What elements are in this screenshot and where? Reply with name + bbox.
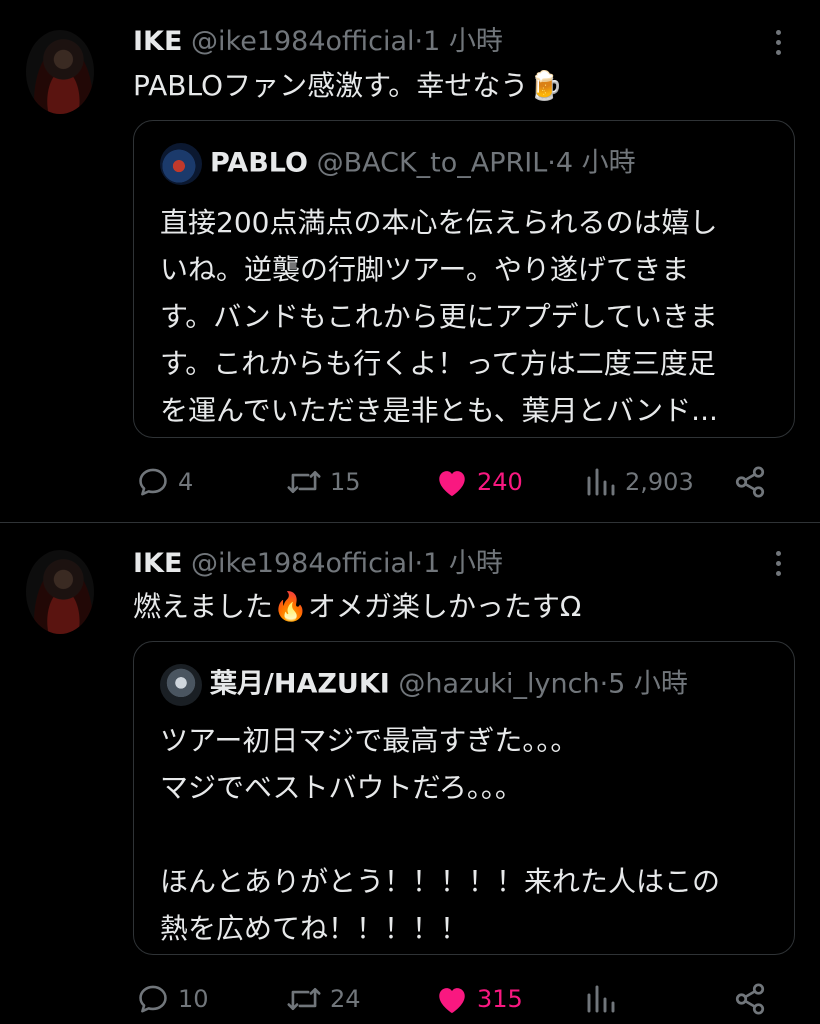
quoted-text-line [160,811,720,858]
share-icon [733,465,767,499]
tweet[interactable]: IKE @ike1984official·1 小時 PABLOファン感激す。幸せ… [0,0,820,523]
reply-button[interactable]: 4 [136,462,193,502]
quoted-text-line: す。これからも行くよ！って方は二度三度足 [160,347,716,380]
quoted-text-line: 熱を広めてね！！！！！ [160,912,469,945]
more-options-icon[interactable] [768,30,788,64]
author-handle[interactable]: @ike1984official [191,548,415,579]
quoted-tweet[interactable]: PABLO @BACK_to_APRIL·4 小時 直接200点満点の本心を伝え… [133,120,795,438]
reply-count: 4 [178,468,194,496]
reply-icon [136,982,170,1016]
like-button[interactable]: 315 [435,979,523,1019]
heart-filled-icon [435,983,469,1015]
quoted-text-line: いね。逆襲の行脚ツアー。やり遂げてきま [160,253,690,286]
share-icon [733,982,767,1016]
quoted-text-line: 直接200点満点の本心を伝えられるのは嬉し [160,206,718,239]
repost-button[interactable]: 15 [286,462,361,502]
quoted-author-name: 葉月/HAZUKI [210,668,390,700]
bar-chart-icon [585,982,617,1016]
quoted-text-line: ほんとありがとう！！！！！来れた人はこの [160,865,721,898]
reply-icon [136,465,170,499]
repost-count: 15 [330,468,361,496]
separator-dot: · [547,147,556,179]
like-count: 315 [477,985,523,1013]
quoted-avatar [160,143,202,185]
quoted-timestamp: 5 小時 [608,668,688,700]
quoted-timestamp: 4 小時 [555,147,636,179]
quoted-tweet-header: 葉月/HAZUKI @hazuki_lynch·5 小時 [160,664,688,706]
quoted-text-line: を運んでいただき是非とも、葉月とバンド... [160,394,718,427]
avatar[interactable] [26,550,94,634]
separator-dot: · [599,668,609,700]
tweet-header: IKE @ike1984official·1 小時 [133,25,503,59]
author-name[interactable]: IKE [133,26,182,57]
more-options-icon[interactable] [768,551,788,585]
quoted-tweet-text: 直接200点満点の本心を伝えられるのは嬉し いね。逆襲の行脚ツアー。やり遂げてき… [160,199,718,434]
bar-chart-icon [585,465,617,499]
repost-icon [286,982,322,1016]
quoted-avatar [160,664,202,706]
reply-count: 10 [178,985,209,1013]
views-button[interactable] [585,979,625,1019]
views-count: 2,903 [625,468,694,496]
quoted-tweet-text: ツアー初日マジで最高すぎた。。。 マジでベストバウトだろ。。。 ほんとありがとう… [160,717,720,952]
like-count: 240 [477,468,523,496]
repost-button[interactable]: 24 [286,979,361,1019]
heart-filled-icon [435,466,469,498]
author-handle[interactable]: @ike1984official [191,26,415,57]
quoted-author-handle: @BACK_to_APRIL [316,147,548,179]
separator-dot: · [414,26,424,57]
quoted-text-line: す。バンドもこれから更にアプデしていきま [160,300,718,333]
author-name[interactable]: IKE [133,548,182,579]
repost-count: 24 [330,985,361,1013]
quoted-tweet[interactable]: 葉月/HAZUKI @hazuki_lynch·5 小時 ツアー初日マジで最高す… [133,641,795,955]
timestamp[interactable]: 1 小時 [423,26,503,57]
action-bar: 10 24 315 [0,979,820,1019]
share-button[interactable] [733,979,767,1019]
action-bar: 4 15 240 2,903 [0,462,820,502]
like-button[interactable]: 240 [435,462,523,502]
tweet-text: PABLOファン感激す。幸せなう🍺 [133,69,564,102]
quoted-author-name: PABLO [210,147,308,179]
separator-dot: · [414,548,424,579]
reply-button[interactable]: 10 [136,979,209,1019]
tweet-header: IKE @ike1984official·1 小時 [133,547,503,581]
share-button[interactable] [733,462,767,502]
tweet-text: 燃えました🔥オメガ楽しかったすΩ [133,590,582,623]
avatar[interactable] [26,30,94,114]
views-button[interactable]: 2,903 [585,462,694,502]
timestamp[interactable]: 1 小時 [423,548,503,579]
quoted-text-line: ツアー初日マジで最高すぎた。。。 [160,724,579,757]
tweet[interactable]: IKE @ike1984official·1 小時 燃えました🔥オメガ楽しかった… [0,523,820,1024]
quoted-text-line: マジでベストバウトだろ。。。 [160,771,523,804]
quoted-author-handle: @hazuki_lynch [398,668,600,700]
quoted-tweet-header: PABLO @BACK_to_APRIL·4 小時 [160,143,636,185]
repost-icon [286,465,322,499]
